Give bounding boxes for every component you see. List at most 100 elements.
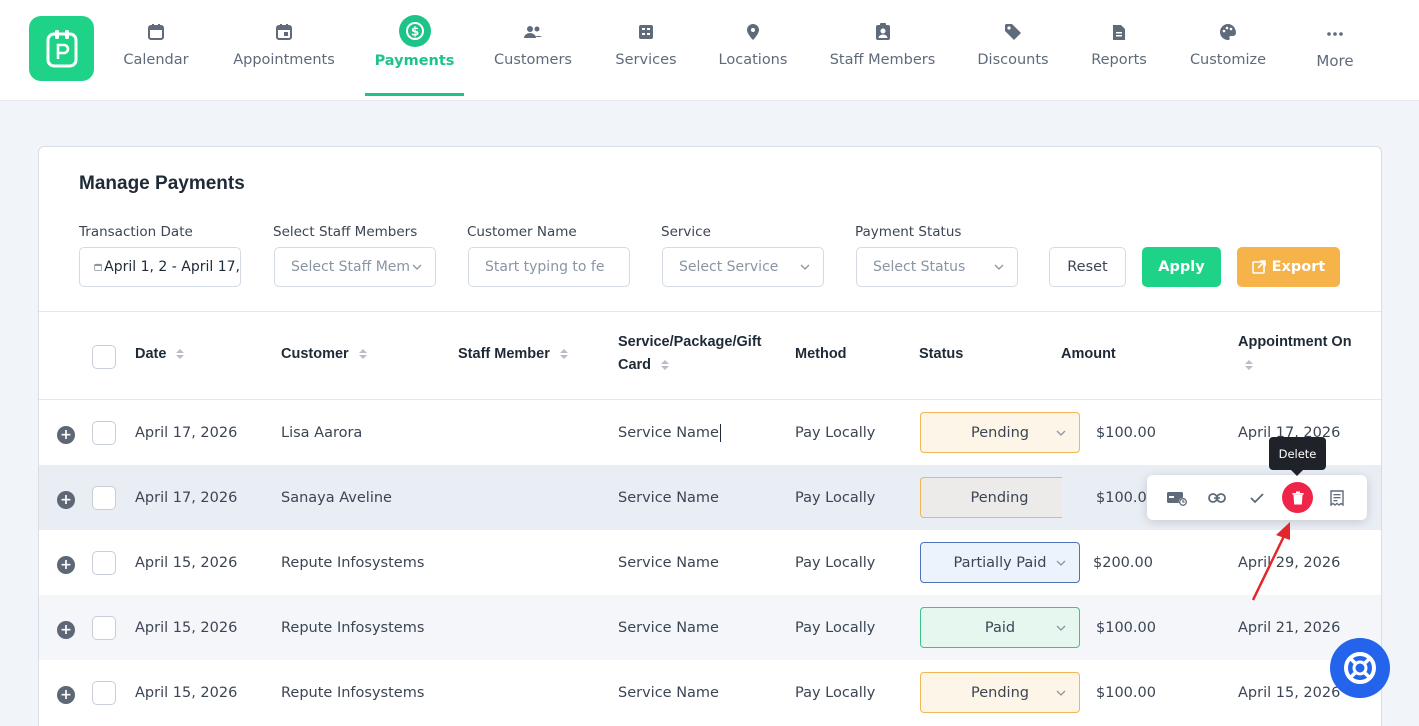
calendar-icon xyxy=(148,24,164,40)
nav-staff-members[interactable]: Staff Members xyxy=(826,0,939,96)
column-header-label: Customer xyxy=(281,346,349,362)
palette-icon xyxy=(1220,24,1236,40)
chevron-down-icon xyxy=(1056,560,1066,566)
expand-row-icon[interactable]: + xyxy=(57,621,75,639)
delete-button[interactable] xyxy=(1282,482,1313,513)
check-icon xyxy=(1250,493,1264,504)
select-all-checkbox[interactable] xyxy=(92,345,116,369)
row-checkbox[interactable] xyxy=(92,616,116,640)
nav-label: Reports xyxy=(1091,52,1147,68)
customer-input-placeholder: Start typing to fe xyxy=(485,259,605,275)
row-date: April 15, 2026 xyxy=(135,554,238,571)
copy-link-button[interactable] xyxy=(1202,483,1232,513)
nav-label: More xyxy=(1316,52,1354,70)
table-row[interactable]: + April 15, 2026 Repute Infosystems Serv… xyxy=(39,595,1381,660)
nav-reports[interactable]: Reports xyxy=(1087,0,1151,96)
status-label: Pending xyxy=(971,424,1029,441)
expand-row-icon[interactable]: + xyxy=(57,686,75,704)
column-header-service[interactable]: Service/Package/Gift Card xyxy=(618,331,761,377)
mark-complete-button[interactable] xyxy=(1242,483,1272,513)
nav-label: Appointments xyxy=(233,52,335,68)
export-label: Export xyxy=(1271,259,1326,275)
invoice-button[interactable] xyxy=(1322,483,1352,513)
row-method: Pay Locally xyxy=(795,489,876,506)
column-header-appointment[interactable]: Appointment On xyxy=(1238,331,1352,377)
service-select[interactable]: Select Service xyxy=(662,247,824,287)
nav-calendar[interactable]: Calendar xyxy=(117,0,195,96)
staff-select[interactable]: Select Staff Mem xyxy=(274,247,436,287)
row-method: Pay Locally xyxy=(795,424,876,441)
column-header-label: Date xyxy=(135,346,167,362)
transaction-date-picker[interactable]: April 1, 2 - April 17, xyxy=(79,247,241,287)
column-header-amount: Amount xyxy=(1061,346,1116,362)
nav-more[interactable]: More xyxy=(1310,0,1360,96)
column-header-date[interactable]: Date xyxy=(135,343,185,366)
row-checkbox[interactable] xyxy=(92,421,116,445)
nav-customers[interactable]: Customers xyxy=(489,0,577,96)
column-header-customer[interactable]: Customer xyxy=(281,343,367,366)
table-row[interactable]: + April 15, 2026 Repute Infosystems Serv… xyxy=(39,530,1381,595)
status-dropdown[interactable]: Pending xyxy=(920,477,1062,518)
apply-button[interactable]: Apply xyxy=(1142,247,1221,287)
nav-services[interactable]: Services xyxy=(611,0,681,96)
app-logo[interactable] xyxy=(29,16,94,81)
row-date: April 17, 2026 xyxy=(135,424,238,441)
row-amount: $100.00 xyxy=(1096,684,1156,701)
nav-customize[interactable]: Customize xyxy=(1185,0,1271,96)
status-label: Partially Paid xyxy=(953,554,1047,571)
status-dropdown[interactable]: Paid xyxy=(920,607,1080,648)
column-header-label: Appointment On xyxy=(1238,334,1352,350)
help-button[interactable] xyxy=(1330,638,1390,698)
payment-refund-button[interactable] xyxy=(1162,483,1192,513)
map-pin-icon xyxy=(747,24,759,40)
customer-name-input[interactable]: Start typing to fe xyxy=(468,247,630,287)
row-customer: Repute Infosystems xyxy=(281,619,425,636)
expand-row-icon[interactable]: + xyxy=(57,426,75,444)
row-checkbox[interactable] xyxy=(92,681,116,705)
row-checkbox[interactable] xyxy=(92,486,116,510)
column-header-label: Card xyxy=(618,357,652,373)
service-text: Service Name xyxy=(618,424,719,441)
expand-row-icon[interactable]: + xyxy=(57,491,75,509)
nav-label: Staff Members xyxy=(829,52,936,68)
active-tab-indicator xyxy=(365,93,464,96)
status-dropdown[interactable]: Partially Paid xyxy=(920,542,1080,583)
status-dropdown[interactable]: Pending xyxy=(920,672,1080,713)
link-icon xyxy=(1208,493,1226,503)
delete-tooltip: Delete xyxy=(1269,437,1326,476)
row-method: Pay Locally xyxy=(795,684,876,701)
row-checkbox[interactable] xyxy=(92,551,116,575)
status-dropdown[interactable]: Pending xyxy=(920,412,1080,453)
export-button[interactable]: Export xyxy=(1237,247,1340,287)
users-icon xyxy=(524,26,542,38)
nav-discounts[interactable]: Discounts xyxy=(973,0,1053,96)
row-appointment: April 21, 2026 xyxy=(1238,619,1341,636)
id-badge-icon xyxy=(875,23,890,40)
nav-locations[interactable]: Locations xyxy=(714,0,792,96)
nav-appointments[interactable]: Appointments xyxy=(229,0,339,96)
table-row[interactable]: + April 15, 2026 Repute Infosystems Serv… xyxy=(39,660,1381,725)
transaction-date-label: Transaction Date xyxy=(79,224,193,240)
row-service: Service Name xyxy=(618,489,719,506)
expand-row-icon[interactable]: + xyxy=(57,556,75,574)
column-header-label: Service/Package/Gift xyxy=(618,334,762,350)
status-select[interactable]: Select Status xyxy=(856,247,1018,287)
column-header-staff[interactable]: Staff Member xyxy=(458,343,568,366)
sort-icon xyxy=(1245,360,1253,371)
nav-label: Discounts xyxy=(977,52,1049,68)
staff-filter-label: Select Staff Members xyxy=(273,224,418,240)
top-navigation: Calendar Appointments $ Payments Custome… xyxy=(0,0,1419,101)
nav-payments[interactable]: $ Payments xyxy=(365,0,464,96)
chevron-down-icon xyxy=(1056,625,1066,631)
row-service: Service Name xyxy=(618,684,719,701)
row-method: Pay Locally xyxy=(795,554,876,571)
service-filter-label: Service xyxy=(661,224,711,240)
svg-text:$: $ xyxy=(410,25,418,39)
service-select-placeholder: Select Service xyxy=(679,259,779,275)
chevron-down-icon xyxy=(1056,430,1066,436)
row-date: April 15, 2026 xyxy=(135,619,238,636)
row-date: April 15, 2026 xyxy=(135,684,238,701)
card-clock-icon xyxy=(1167,492,1188,507)
reset-button[interactable]: Reset xyxy=(1049,247,1126,287)
table-row[interactable]: + April 17, 2026 Lisa Aarora Service Nam… xyxy=(39,400,1381,465)
